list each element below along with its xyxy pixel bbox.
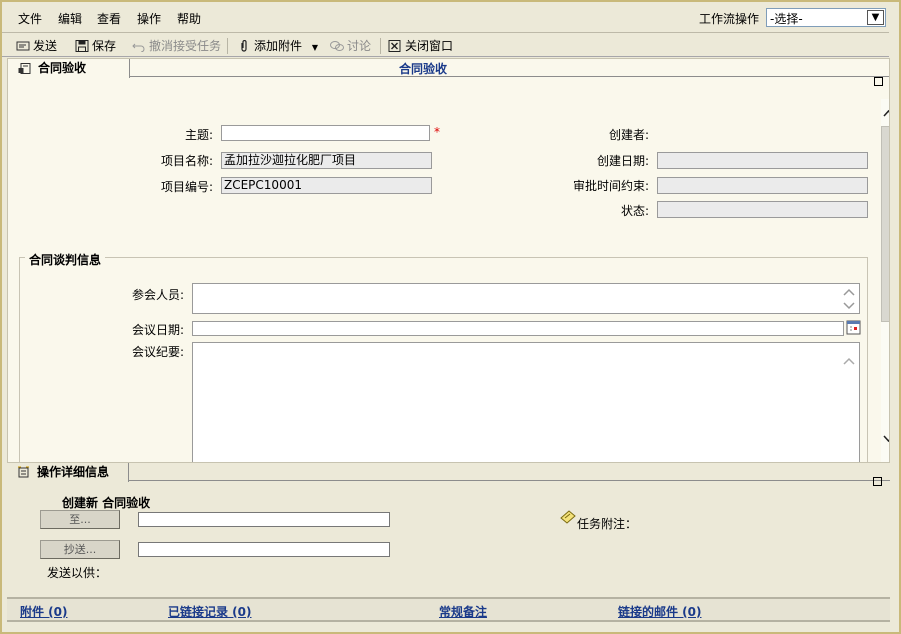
save-label: 保存 <box>92 39 117 53</box>
toolbar-separator <box>227 38 228 54</box>
tab-label: 合同验收 <box>38 61 87 75</box>
menubar: 文件 编辑 查看 操作 帮助 工作流操作 -选择- ▼ <box>2 2 889 33</box>
project-name-field[interactable]: 孟加拉沙迦拉化肥厂项目 <box>221 152 432 169</box>
menu-edit[interactable]: 编辑 <box>58 10 82 27</box>
scroll-down-icon[interactable] <box>882 432 890 445</box>
attendees-label: 参会人员: <box>131 288 184 302</box>
chevron-down-icon[interactable]: ▼ <box>867 10 884 25</box>
send-icon <box>16 41 30 51</box>
menu-view[interactable]: 查看 <box>97 10 121 27</box>
window-right-edge <box>891 34 899 594</box>
workflow-selected-value: -选择- <box>770 12 803 26</box>
subject-input[interactable] <box>221 125 430 141</box>
toolbar: 发送 保存 撤消接受任务 添加附件 ▼ 讨论 关闭窗口 <box>2 34 889 57</box>
project-no-field[interactable]: ZCEPC10001 <box>221 177 432 194</box>
menu-action[interactable]: 操作 <box>137 10 161 27</box>
meeting-date-label: 会议日期: <box>131 323 184 337</box>
add-attachment-dropdown-icon[interactable]: ▼ <box>312 43 318 52</box>
tab-operation-details[interactable]: 操作详细信息 <box>7 463 129 482</box>
paperclip-icon <box>241 40 247 52</box>
maximize-icon[interactable] <box>873 477 882 486</box>
creator-label: 创建者: <box>608 128 649 142</box>
close-window-button[interactable]: 关闭窗口 <box>388 38 453 54</box>
ops-tab-label: 操作详细信息 <box>37 465 110 479</box>
create-new-label: 创建新 合同验收 <box>62 496 151 510</box>
form-icon <box>18 63 31 74</box>
panel-title: 合同验收 <box>398 62 447 76</box>
deadline-label: 审批时间约束: <box>572 179 649 193</box>
linked-mail-link[interactable]: 链接的邮件 (0) <box>618 603 702 620</box>
toolbar-separator <box>380 38 381 54</box>
menu-file[interactable]: 文件 <box>18 10 42 27</box>
save-icon <box>75 40 89 52</box>
created-date-field[interactable] <box>657 152 868 169</box>
created-date-label: 创建日期: <box>596 154 649 168</box>
minutes-label: 会议纪要: <box>131 345 184 359</box>
details-icon <box>18 466 29 478</box>
send-label: 发送 <box>33 39 58 53</box>
meeting-date-input[interactable] <box>192 321 844 336</box>
attachments-link[interactable]: 附件 (0) <box>20 603 68 620</box>
to-button[interactable]: 至... <box>40 510 120 529</box>
scrollbar-thumb[interactable] <box>881 126 889 322</box>
maximize-icon[interactable] <box>874 77 883 86</box>
workflow-label: 工作流操作 <box>699 12 760 26</box>
bottom-tab-bar: 附件 (0) 已链接记录 (0) 常规备注 链接的邮件 (0) <box>7 597 890 622</box>
discuss-icon <box>330 41 344 51</box>
project-name-label: 项目名称: <box>160 154 213 168</box>
scroll-up-icon[interactable] <box>882 107 890 120</box>
minutes-textarea[interactable] <box>192 342 860 462</box>
cc-input[interactable] <box>138 542 390 557</box>
workflow-select[interactable]: -选择- ▼ <box>766 8 886 27</box>
chevron-up-icon[interactable] <box>843 355 855 367</box>
main-panel: 合同验收 合同验收 主题: * 项目名称: 孟加拉沙迦拉化肥厂项目 项目编号: … <box>7 58 890 463</box>
chevron-up-icon[interactable] <box>843 286 855 298</box>
operations-panel: 操作详细信息 创建新 合同验收 至... 抄送... 发送以供： 任务附注： <box>7 463 890 594</box>
attendees-textarea[interactable] <box>192 283 860 314</box>
close-icon <box>388 40 401 52</box>
discuss-button[interactable]: 讨论 <box>330 38 371 54</box>
ops-tab-strip <box>7 463 890 481</box>
discuss-label: 讨论 <box>347 39 372 53</box>
project-no-label: 项目编号: <box>160 180 213 194</box>
add-attachment-button[interactable]: 添加附件 ▼ <box>237 38 318 54</box>
undo-icon <box>132 43 145 52</box>
negotiation-group-title: 合同谈判信息 <box>25 251 106 268</box>
close-window-label: 关闭窗口 <box>405 39 454 53</box>
save-button[interactable]: 保存 <box>75 38 116 54</box>
subject-label: 主题: <box>184 128 213 142</box>
send-for-label: 发送以供： <box>47 566 108 580</box>
send-button[interactable]: 发送 <box>16 38 57 54</box>
task-note-label: 任务附注： <box>577 517 638 531</box>
cancel-accept-task-button[interactable]: 撤消接受任务 <box>132 38 221 54</box>
note-icon <box>560 510 576 524</box>
tab-contract-acceptance[interactable]: 合同验收 <box>8 59 130 78</box>
linked-records-link[interactable]: 已链接记录 (0) <box>168 603 252 620</box>
menu-help[interactable]: 帮助 <box>177 10 201 27</box>
required-mark: * <box>434 125 440 139</box>
cancel-accept-task-label: 撤消接受任务 <box>149 39 222 53</box>
status-label: 状态: <box>620 204 649 218</box>
chevron-down-icon[interactable] <box>843 300 855 312</box>
to-input[interactable] <box>138 512 390 527</box>
calendar-icon[interactable] <box>846 320 861 335</box>
general-notes-link[interactable]: 常规备注 <box>439 603 487 620</box>
deadline-field[interactable] <box>657 177 868 194</box>
status-field[interactable] <box>657 201 868 218</box>
add-attachment-label: 添加附件 <box>254 39 303 53</box>
cc-button[interactable]: 抄送... <box>40 540 120 559</box>
vertical-scrollbar[interactable] <box>881 99 890 462</box>
